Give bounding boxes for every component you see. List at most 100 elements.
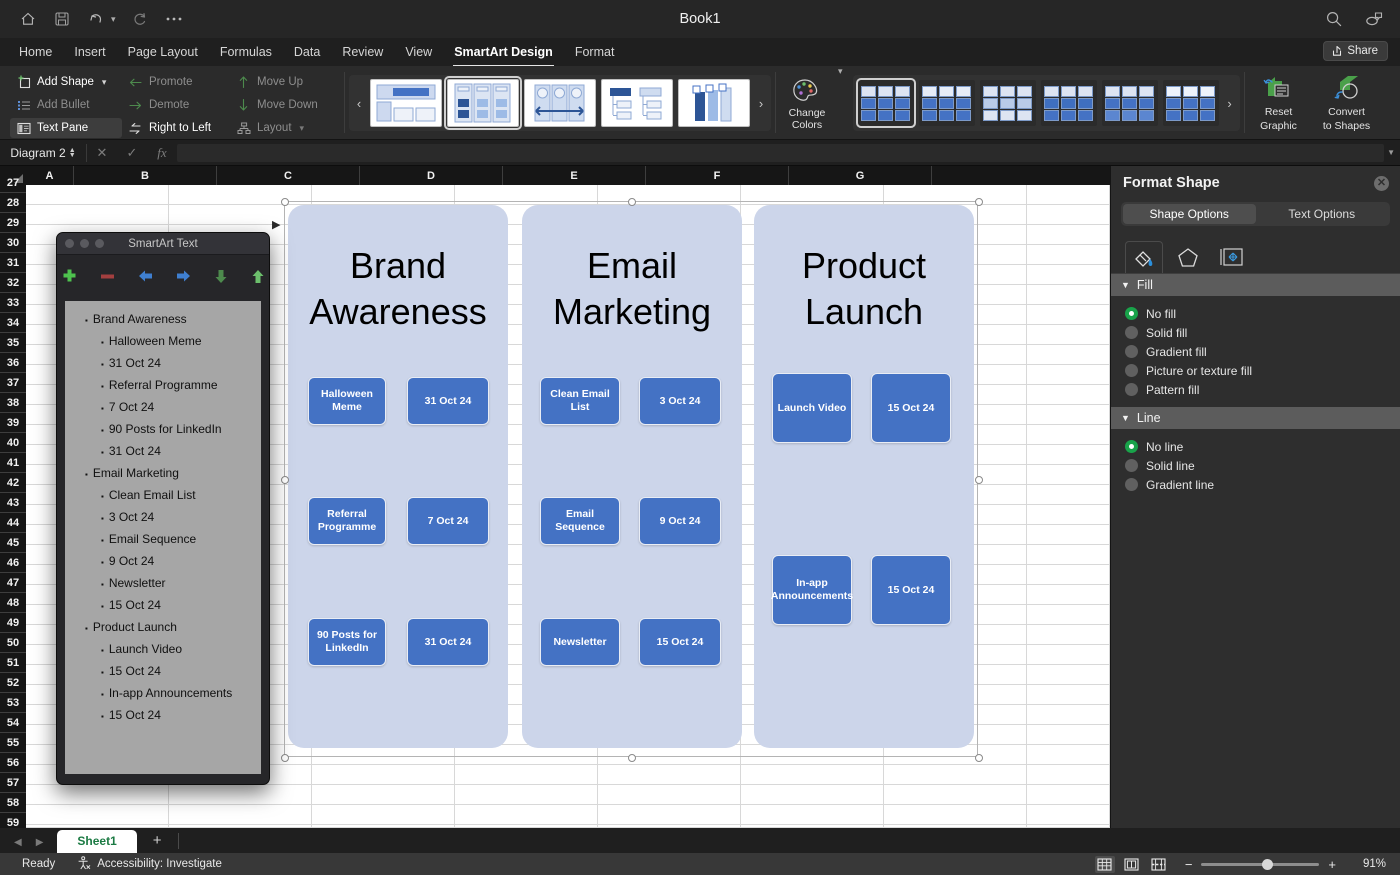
layouts-next-button[interactable]: › [753, 96, 769, 111]
ribbon-tab-format[interactable]: Format [564, 42, 626, 62]
row-header-40[interactable]: 40 [0, 433, 26, 453]
close-icon[interactable]: ✕ [1374, 176, 1389, 191]
color-variant-1[interactable] [858, 80, 914, 126]
prev-sheet-icon[interactable]: ◀ [14, 837, 22, 848]
smartart-box-1-4[interactable]: 7 Oct 24 [407, 497, 489, 545]
home-icon[interactable] [18, 9, 38, 29]
text-pane-item[interactable]: ▪Halloween Meme [71, 331, 255, 353]
column-header-B[interactable]: B [74, 166, 217, 185]
smartart-column-product-launch[interactable]: Product Launch Launch Video 15 Oct 24 In… [754, 205, 974, 748]
name-box[interactable]: Diagram 2 ▲▼ [0, 146, 86, 160]
text-pane-item[interactable]: ▪In-app Announcements [71, 683, 255, 705]
radio-picture-fill[interactable] [1125, 364, 1138, 377]
text-pane-item[interactable]: ▪Newsletter [71, 573, 255, 595]
row-header-29[interactable]: 29 [0, 213, 26, 233]
column-header-F[interactable]: F [646, 166, 789, 185]
text-pane-item[interactable]: ▪15 Oct 24 [71, 705, 255, 727]
smartart-box-1-1[interactable]: Halloween Meme [308, 377, 386, 425]
change-colors-button[interactable]: Change Colors [776, 66, 838, 139]
row-header-43[interactable]: 43 [0, 493, 26, 513]
radio-no-line[interactable] [1125, 440, 1138, 453]
row-header-44[interactable]: 44 [0, 513, 26, 533]
row-header-52[interactable]: 52 [0, 673, 26, 693]
zoom-slider[interactable]: − + [1185, 857, 1336, 872]
row-header-58[interactable]: 58 [0, 793, 26, 813]
comments-icon[interactable] [1364, 9, 1384, 29]
row-header-28[interactable]: 28 [0, 193, 26, 213]
layout-caret[interactable]: ▾ [300, 123, 305, 134]
option-no-fill[interactable]: No fill [1125, 304, 1400, 323]
column-header-D[interactable]: D [360, 166, 503, 185]
option-gradient-fill[interactable]: Gradient fill [1125, 342, 1400, 361]
column-header-C[interactable]: C [217, 166, 360, 185]
row-header-32[interactable]: 32 [0, 273, 26, 293]
move-up-button[interactable]: Move Up [230, 72, 336, 92]
fill-and-line-icon[interactable] [1125, 241, 1163, 273]
column-header-A[interactable]: A [26, 166, 74, 185]
zoom-track[interactable] [1201, 863, 1319, 866]
smartart-box-2-3[interactable]: Email Sequence [540, 497, 620, 545]
text-pane-item[interactable]: ▪15 Oct 24 [71, 595, 255, 617]
tab-text-options[interactable]: Text Options [1256, 204, 1389, 224]
section-header-line[interactable]: ▼ Line [1111, 407, 1400, 429]
row-header-57[interactable]: 57 [0, 773, 26, 793]
ribbon-tab-page-layout[interactable]: Page Layout [117, 42, 209, 62]
option-pattern-fill[interactable]: Pattern fill [1125, 380, 1400, 399]
section-header-fill[interactable]: ▼ Fill [1111, 274, 1400, 296]
smartart-box-2-1[interactable]: Clean Email List [540, 377, 620, 425]
radio-no-fill[interactable] [1125, 307, 1138, 320]
row-header-46[interactable]: 46 [0, 553, 26, 573]
more-options-icon[interactable] [164, 9, 184, 29]
smartart-box-2-4[interactable]: 9 Oct 24 [639, 497, 721, 545]
save-icon[interactable] [52, 9, 72, 29]
layout-thumb-3[interactable] [524, 79, 596, 127]
smartart-column-brand-awareness[interactable]: Brand Awareness Halloween Meme 31 Oct 24… [288, 205, 508, 748]
row-header-41[interactable]: 41 [0, 453, 26, 473]
effects-icon[interactable] [1169, 241, 1207, 273]
row-header-55[interactable]: 55 [0, 733, 26, 753]
text-pane-list[interactable]: ▪Brand Awareness▪Halloween Meme▪31 Oct 2… [65, 301, 261, 774]
layout-thumb-5[interactable] [678, 79, 750, 127]
row-header-53[interactable]: 53 [0, 693, 26, 713]
search-icon[interactable] [1324, 9, 1344, 29]
formula-bar-expand-caret[interactable]: ▼ [1387, 148, 1395, 157]
row-header-33[interactable]: 33 [0, 293, 26, 313]
move-down-button[interactable]: Move Down [230, 95, 336, 115]
layout-button[interactable]: Layout ▾ [230, 118, 336, 138]
text-pane-item[interactable]: ▪Clean Email List [71, 485, 255, 507]
row-header-34[interactable]: 34 [0, 313, 26, 333]
option-gradient-line[interactable]: Gradient line [1125, 475, 1400, 494]
row-header-47[interactable]: 47 [0, 573, 26, 593]
add-shape-button[interactable]: Add Shape ▾ [10, 72, 122, 92]
smartart-box-2-5[interactable]: Newsletter [540, 618, 620, 666]
move-down-icon[interactable] [213, 268, 229, 285]
demote-icon[interactable] [175, 268, 192, 284]
option-solid-line[interactable]: Solid line [1125, 456, 1400, 475]
row-header-54[interactable]: 54 [0, 713, 26, 733]
smartart-box-3-3[interactable]: In-app Announcements [772, 555, 852, 625]
color-variant-4[interactable] [1041, 80, 1097, 126]
ribbon-tab-view[interactable]: View [394, 42, 443, 62]
move-up-icon[interactable] [250, 268, 266, 285]
row-header-39[interactable]: 39 [0, 413, 26, 433]
radio-gradient-fill[interactable] [1125, 345, 1138, 358]
undo-dropdown-caret[interactable]: ▾ [111, 14, 116, 25]
promote-icon[interactable] [137, 268, 154, 284]
row-header-27[interactable]: 27 [0, 173, 26, 193]
zoom-out-button[interactable]: − [1185, 857, 1193, 872]
text-pane-item[interactable]: ▪Email Marketing [71, 463, 255, 485]
text-pane-item[interactable]: ▪7 Oct 24 [71, 397, 255, 419]
add-shape-caret[interactable]: ▾ [102, 77, 107, 88]
reset-graphic-button[interactable]: Reset Graphic [1245, 66, 1313, 139]
page-break-view-icon[interactable] [1149, 856, 1169, 873]
text-pane-item[interactable]: ▪Email Sequence [71, 529, 255, 551]
add-icon[interactable] [61, 268, 78, 285]
smartart-box-3-2[interactable]: 15 Oct 24 [871, 373, 951, 443]
row-header-30[interactable]: 30 [0, 233, 26, 253]
accept-icon[interactable]: ✓ [117, 145, 147, 161]
smartart-box-1-6[interactable]: 31 Oct 24 [407, 618, 489, 666]
option-solid-fill[interactable]: Solid fill [1125, 323, 1400, 342]
smartart-graphic[interactable]: Brand Awareness Halloween Meme 31 Oct 24… [288, 205, 974, 753]
row-header-48[interactable]: 48 [0, 593, 26, 613]
smartart-box-3-1[interactable]: Launch Video [772, 373, 852, 443]
